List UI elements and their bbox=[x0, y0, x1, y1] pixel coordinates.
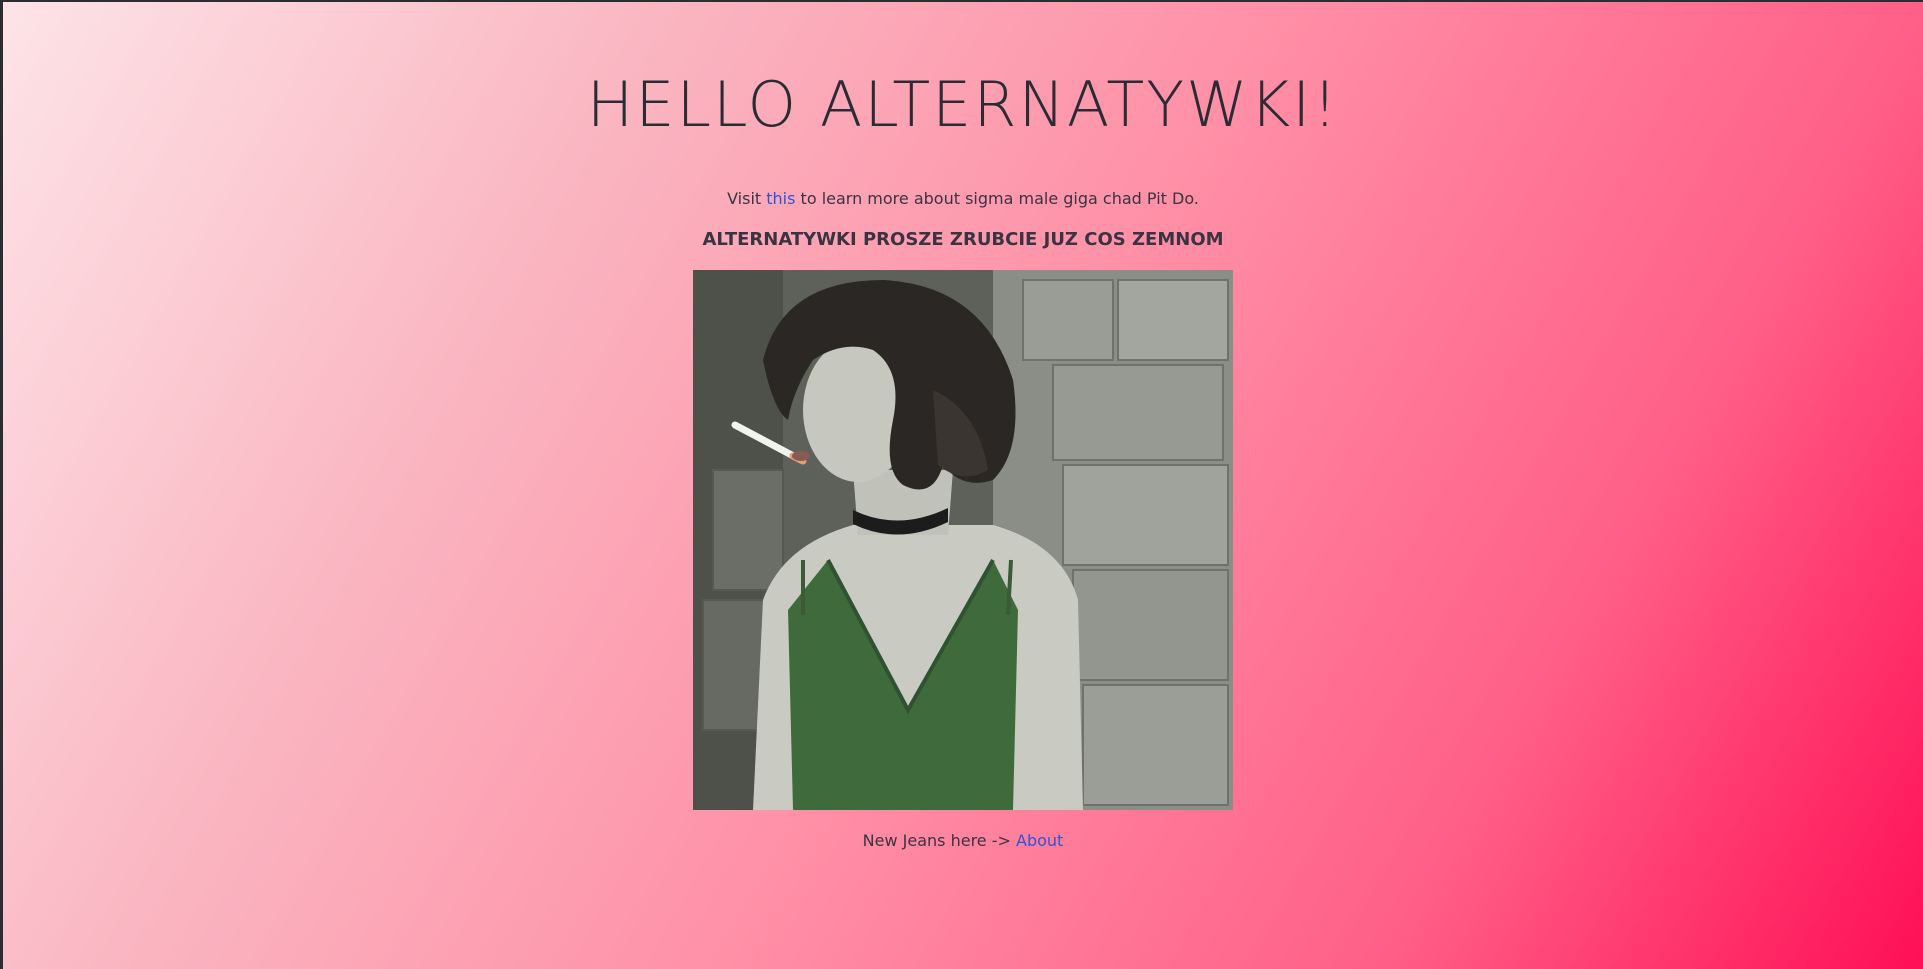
intro-line: Visit this to learn more about sigma mal… bbox=[3, 189, 1923, 208]
page-background: HELLO ALTERNATYWKI! Visit this to learn … bbox=[3, 2, 1923, 969]
footer-line: New Jeans here -> About bbox=[3, 831, 1923, 850]
portrait-photo bbox=[693, 270, 1233, 810]
page-title: HELLO ALTERNATYWKI! bbox=[586, 68, 1340, 141]
portrait-illustration bbox=[693, 270, 1233, 810]
footer-prefix: New Jeans here -> bbox=[862, 831, 1016, 850]
this-link[interactable]: this bbox=[766, 189, 795, 208]
intro-prefix: Visit bbox=[727, 189, 767, 208]
about-link[interactable]: About bbox=[1016, 831, 1063, 850]
page-subtitle: ALTERNATYWKI PROSZE ZRUBCIE JUZ COS ZEMN… bbox=[702, 229, 1224, 250]
intro-suffix: to learn more about sigma male giga chad… bbox=[795, 189, 1199, 208]
